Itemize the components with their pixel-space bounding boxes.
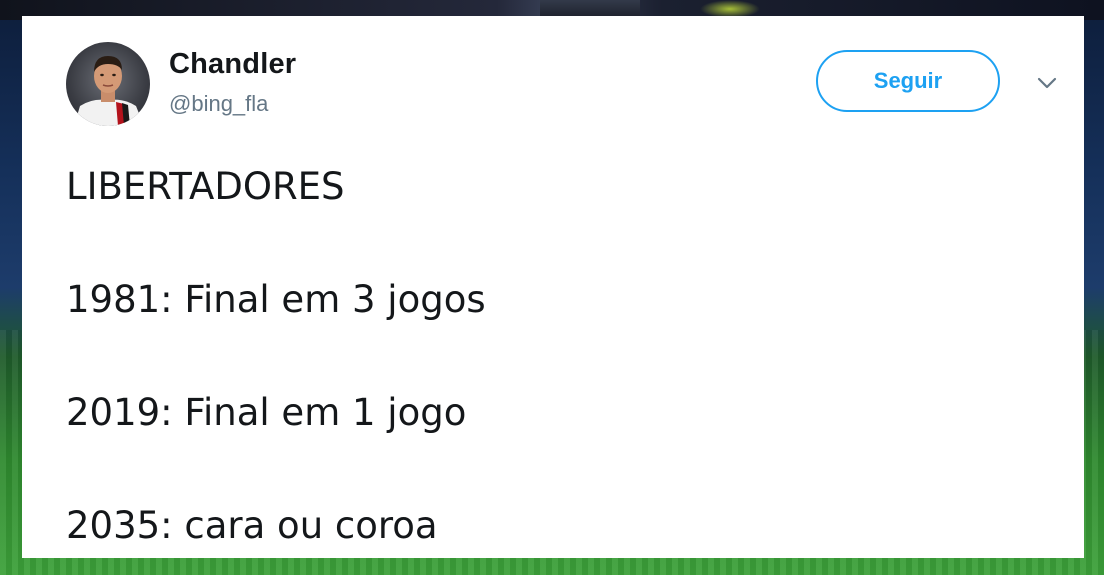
chevron-down-icon bbox=[1037, 77, 1057, 89]
tweet-line: 1981: Final em 3 jogos bbox=[66, 278, 486, 321]
author-handle[interactable]: @bing_fla bbox=[169, 91, 268, 117]
avatar[interactable] bbox=[66, 42, 150, 126]
author-name[interactable]: Chandler bbox=[169, 48, 296, 81]
follow-button[interactable]: Seguir bbox=[816, 50, 1000, 112]
tweet-menu-button[interactable] bbox=[1032, 72, 1062, 94]
tweet-line: 2035: cara ou coroa bbox=[66, 504, 438, 547]
tweet-line: 2019: Final em 1 jogo bbox=[66, 391, 467, 434]
profile-photo-icon bbox=[74, 56, 144, 126]
tweet-card: Chandler @bing_fla Seguir LIBERTADORES 1… bbox=[22, 16, 1084, 558]
tweet-line: LIBERTADORES bbox=[66, 165, 345, 208]
